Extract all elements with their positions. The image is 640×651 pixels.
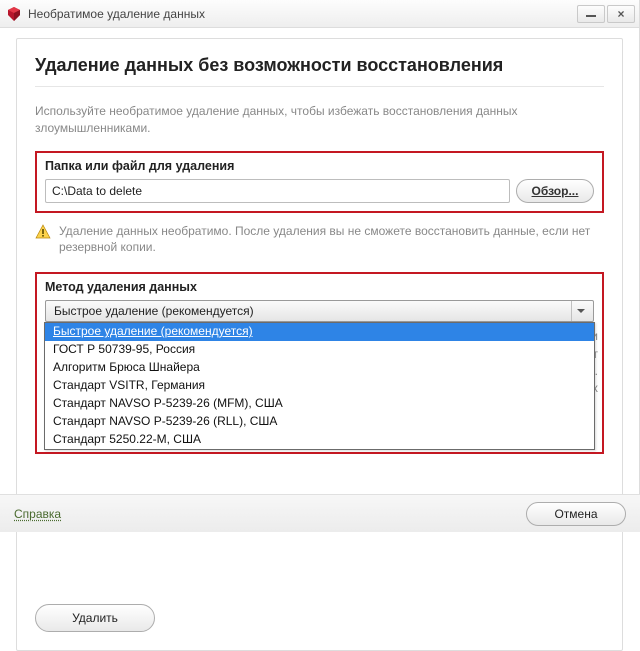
- method-combobox-value: Быстрое удаление (рекомендуется): [54, 304, 571, 318]
- delete-row: Удалить: [35, 604, 604, 632]
- method-combobox[interactable]: Быстрое удаление (рекомендуется): [45, 300, 594, 322]
- path-input[interactable]: C:\Data to delete: [45, 179, 510, 203]
- chevron-down-icon: [571, 301, 589, 321]
- method-option[interactable]: Алгоритм Брюса Шнайера: [45, 359, 594, 377]
- close-button[interactable]: ×: [607, 5, 635, 23]
- intro-text: Используйте необратимое удаление данных,…: [35, 103, 604, 137]
- help-link[interactable]: Справка: [14, 507, 61, 521]
- method-option[interactable]: Стандарт VSITR, Германия: [45, 377, 594, 395]
- titlebar: Необратимое удаление данных ×: [0, 0, 639, 28]
- minimize-button[interactable]: [577, 5, 605, 23]
- path-section: Папка или файл для удаления C:\Data to d…: [35, 151, 604, 213]
- warning-row: Удаление данных необратимо. После удален…: [35, 223, 604, 257]
- method-option[interactable]: Быстрое удаление (рекомендуется): [45, 323, 594, 341]
- method-option[interactable]: Стандарт 5250.22-M, США: [45, 431, 594, 449]
- page-title: Удаление данных без возможности восстано…: [35, 55, 604, 76]
- method-section: Метод удаления данных Быстрое удаление (…: [35, 272, 604, 454]
- method-option[interactable]: Стандарт NAVSO P-5239-26 (MFM), США: [45, 395, 594, 413]
- warning-text: Удаление данных необратимо. После удален…: [59, 223, 604, 257]
- cancel-button[interactable]: Отмена: [526, 502, 626, 526]
- window-title: Необратимое удаление данных: [28, 7, 575, 21]
- main-panel: Удаление данных без возможности восстано…: [16, 38, 623, 651]
- delete-button[interactable]: Удалить: [35, 604, 155, 632]
- footer: Справка Отмена: [0, 494, 640, 532]
- method-section-label: Метод удаления данных: [45, 280, 594, 294]
- browse-button[interactable]: Обзор...: [516, 179, 594, 203]
- separator: [35, 86, 604, 87]
- path-row: C:\Data to delete Обзор...: [45, 179, 594, 203]
- method-option[interactable]: ГОСТ Р 50739-95, Россия: [45, 341, 594, 359]
- method-container: Метод удаления данных Быстрое удаление (…: [35, 272, 604, 454]
- method-dropdown: Быстрое удаление (рекомендуется) ГОСТ Р …: [44, 322, 595, 450]
- content: Удаление данных без возможности восстано…: [0, 28, 639, 651]
- app-icon: [6, 6, 22, 22]
- path-section-label: Папка или файл для удаления: [45, 159, 594, 173]
- warning-icon: [35, 224, 51, 243]
- method-option[interactable]: Стандарт NAVSO P-5239-26 (RLL), США: [45, 413, 594, 431]
